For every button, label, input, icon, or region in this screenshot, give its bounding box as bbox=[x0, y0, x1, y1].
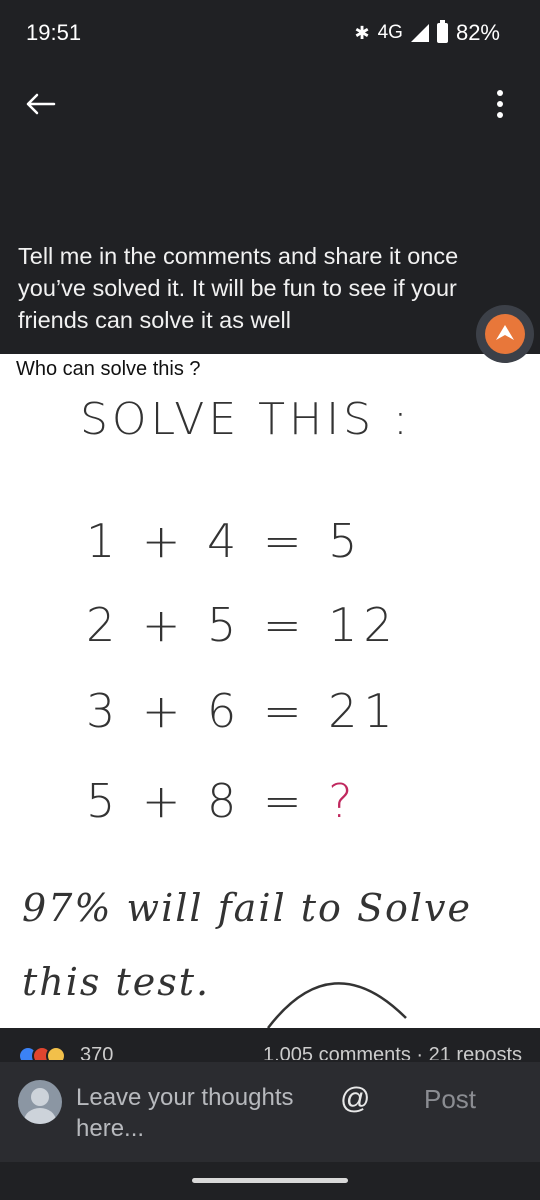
equation-4-text: 5 + 8 = bbox=[86, 774, 329, 828]
reaction-count[interactable]: 370 bbox=[80, 1044, 113, 1060]
arc-doodle bbox=[267, 982, 407, 1028]
bluetooth-icon: ✱ bbox=[354, 22, 370, 43]
status-bar: 19:51 ✱ 4G 82% bbox=[0, 0, 540, 66]
reaction-icons bbox=[18, 1046, 66, 1060]
mention-button[interactable]: @ bbox=[340, 1082, 370, 1116]
comment-composer: Leave your thoughts here... @ Post bbox=[0, 1062, 540, 1162]
floating-profile-button[interactable] bbox=[476, 305, 534, 363]
question-mark: ? bbox=[328, 774, 359, 828]
status-icons: ✱ 4G 82% bbox=[354, 20, 500, 46]
equation-3: 3 + 6 = 21 bbox=[86, 684, 399, 738]
puzzle-title: SOLVE THIS : bbox=[80, 394, 412, 445]
haha-reaction-icon bbox=[46, 1046, 66, 1060]
footer-line-2: this test. bbox=[22, 960, 211, 1004]
equation-1: 1 + 4 = 5 bbox=[86, 514, 364, 568]
footer-line-1: 97% will fail to Solve bbox=[22, 886, 472, 930]
more-vert-icon bbox=[497, 90, 503, 118]
post-button[interactable]: Post bbox=[424, 1084, 476, 1115]
paper-plane-icon bbox=[496, 325, 514, 340]
equation-4: 5 + 8 = ? bbox=[86, 774, 359, 828]
equation-2: 2 + 5 = 12 bbox=[86, 598, 399, 652]
signal-icon bbox=[410, 24, 429, 42]
reactions-bar[interactable]: 370 1,005 comments · 21 reposts bbox=[0, 1028, 540, 1060]
post-image[interactable]: Who can solve this ? SOLVE THIS : 1 + 4 … bbox=[0, 354, 540, 1028]
battery-percent: 82% bbox=[455, 20, 500, 45]
post-text: Tell me in the comments and share it onc… bbox=[18, 243, 459, 333]
comment-input[interactable]: Leave your thoughts here... bbox=[76, 1082, 316, 1144]
status-time: 19:51 bbox=[26, 20, 82, 45]
battery-icon bbox=[436, 20, 448, 43]
user-avatar bbox=[18, 1080, 62, 1124]
app-bar bbox=[0, 72, 540, 136]
image-caption: Who can solve this ? bbox=[16, 358, 201, 380]
floating-avatar-icon bbox=[485, 314, 525, 354]
back-button[interactable] bbox=[20, 84, 60, 124]
home-indicator[interactable] bbox=[192, 1178, 348, 1183]
comment-stats[interactable]: 1,005 comments · 21 reposts bbox=[263, 1044, 522, 1060]
network-type: 4G bbox=[377, 22, 403, 43]
more-options-button[interactable] bbox=[484, 84, 516, 124]
arrow-left-icon bbox=[26, 93, 56, 115]
